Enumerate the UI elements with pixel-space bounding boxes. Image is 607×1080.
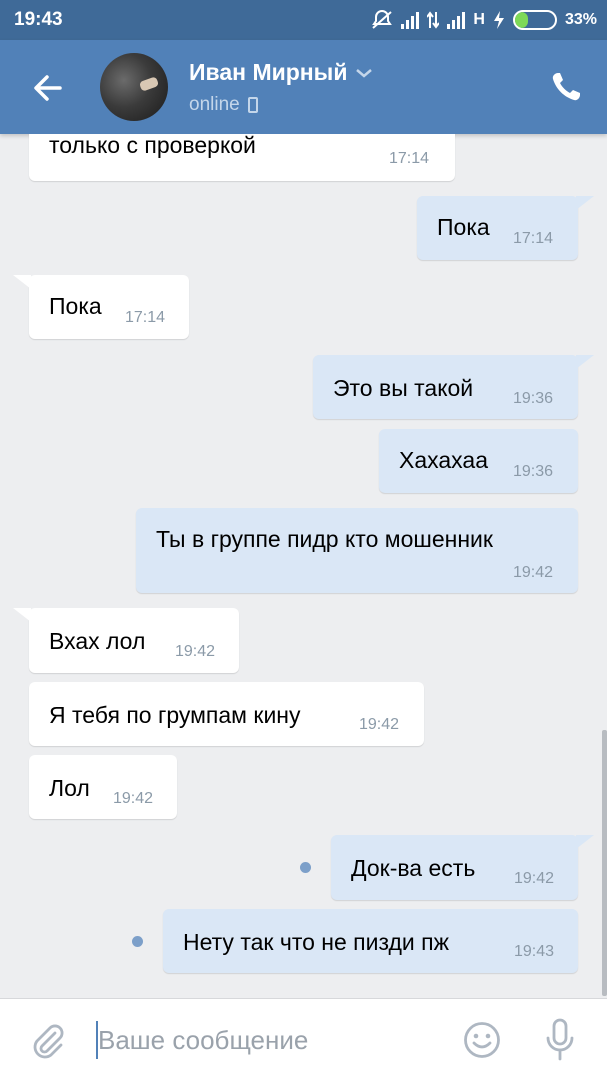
message-list[interactable]: только с проверкой 17:14 Пока 17:14 Пока… [0,134,607,998]
composer-bar [0,998,607,1080]
message-bubble[interactable]: Ты в группе пидр кто мошенник 19:42 [136,508,578,593]
message-text: Пока [49,293,102,319]
message-text: Я тебя по грумпам кину [49,702,301,728]
status-icons: H 33% [371,7,597,33]
charging-icon [493,11,504,29]
message-text: Нету так что не пизди пж [183,929,450,955]
status-time: 19:43 [14,9,63,30]
battery-percent: 33% [564,11,597,28]
unread-indicator [132,936,143,947]
status-bar: 19:43 H 33% [0,0,607,40]
message-bubble[interactable]: Это вы такой 19:36 [313,355,594,419]
contact-name-button[interactable]: Иван Мирный [189,59,373,86]
message-time: 19:42 [175,643,216,660]
message-time: 19:43 [514,943,555,960]
data-transfer-icon [427,11,440,29]
message-text: Вхах лол [49,628,146,654]
message-text: только с проверкой [49,134,256,158]
unread-indicator [300,862,311,873]
mobile-icon [247,97,258,113]
network-type: H [473,11,485,28]
bubble-tail [576,355,594,369]
message-time: 17:14 [125,309,166,326]
chevron-down-icon [356,68,373,78]
signal-icon-2 [447,11,466,29]
arrow-left-icon[interactable] [28,68,68,108]
message-text: Лол [49,775,90,801]
message-text: Ты в группе пидр кто мошенник [156,526,493,552]
mute-icon [372,10,393,29]
message-time: 19:42 [359,716,400,733]
signal-icon [401,11,420,29]
smile-icon[interactable] [462,1020,502,1060]
message-time: 17:14 [513,230,554,247]
contact-name: Иван Мирный [189,59,348,85]
paperclip-icon[interactable] [28,1021,68,1061]
message-bubble[interactable]: Лол 19:42 [29,755,177,819]
message-bubble[interactable]: Я тебя по грумпам кину 19:42 [29,682,424,746]
message-bubble[interactable]: Пока 17:14 [417,196,594,260]
contact-status-text: online [189,94,240,115]
message-time: 19:36 [513,390,554,407]
bubble-tail [13,608,31,622]
message-bubble[interactable]: Нету так что не пизди пж 19:43 [163,909,578,973]
message-time: 19:42 [113,790,154,807]
message-bubble[interactable]: Хахахаа 19:36 [379,429,578,493]
message-bubble[interactable]: Пока 17:14 [13,275,189,339]
battery-icon [512,10,557,30]
chat-header: Иван Мирный online [0,40,607,134]
bubble-tail [576,835,594,849]
message-bubble[interactable]: Вхах лол 19:42 [13,608,239,673]
phone-icon[interactable] [549,70,583,104]
bubble-tail [576,196,594,210]
scrollbar[interactable] [602,730,607,996]
bubble-tail [13,275,31,289]
message-time: 19:42 [513,564,554,581]
message-text: Док-ва есть [351,855,476,881]
message-text: Это вы такой [333,375,474,401]
microphone-icon[interactable] [540,1017,580,1063]
message-text: Пока [437,214,490,240]
message-bubble[interactable]: только с проверкой 17:14 [29,134,455,181]
message-time: 19:42 [514,870,555,887]
message-time: 19:36 [513,463,554,480]
message-input[interactable] [98,1021,438,1059]
message-time: 17:14 [389,150,430,167]
contact-status: online [189,94,258,116]
message-text: Хахахаа [399,447,488,473]
avatar[interactable] [100,53,168,121]
message-bubble[interactable]: Док-ва есть 19:42 [331,835,594,900]
